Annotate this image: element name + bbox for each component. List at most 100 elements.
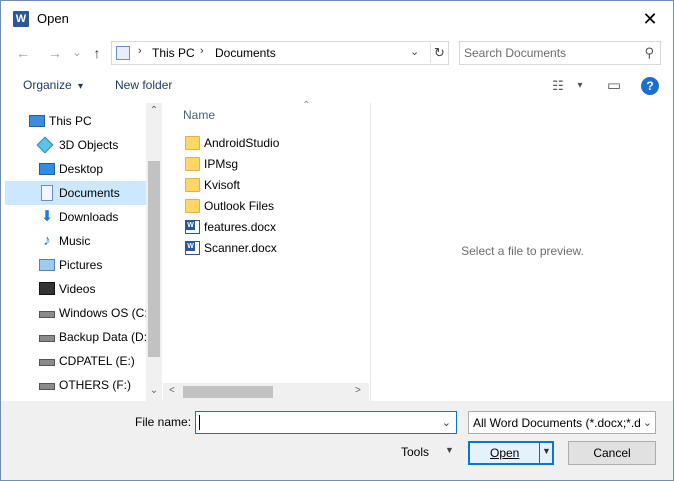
file-row[interactable]: IPMsg (183, 154, 363, 175)
tree-item[interactable]: Windows OS (C:) (5, 301, 146, 325)
tree-item[interactable]: 3D Objects (5, 133, 146, 157)
file-list: ⌃ Name AndroidStudio IPMsg Kvisoft Outlook … (163, 100, 369, 401)
file-name-dropdown-icon[interactable]: ⌄ (442, 416, 451, 429)
preview-pane: Select a file to preview. (370, 103, 673, 401)
file-name: Scanner.docx (204, 241, 277, 255)
tree-item-label: Desktop (59, 162, 104, 176)
file-row[interactable]: Scanner.docx (183, 238, 363, 259)
pc-icon (29, 115, 45, 127)
breadcrumb-documents[interactable]: Documents (215, 46, 276, 60)
folder-icon (185, 199, 200, 213)
tree-item-label: Windows OS (C:) (59, 306, 146, 320)
organize-label: Organize (23, 78, 72, 92)
file-type-select[interactable]: All Word Documents (*.docx;*.d ⌄ (468, 411, 656, 434)
horizontal-scrollbar[interactable]: < > (163, 383, 369, 401)
tools-label: Tools (401, 445, 430, 459)
breadcrumb-separator[interactable]: › (200, 45, 204, 57)
tree-item[interactable]: CDPATEL (E:) (5, 349, 146, 373)
pictures-icon (39, 259, 55, 271)
organize-arrow-icon: ▾ (78, 81, 84, 92)
address-dropdown-icon[interactable]: ⌄ (410, 45, 419, 58)
help-icon[interactable]: ? (641, 77, 659, 95)
tree-item-label: Backup Data (D:) (59, 330, 146, 344)
music-icon: ♪ (43, 232, 51, 249)
column-header-name[interactable]: Name (183, 108, 215, 122)
breadcrumb-separator[interactable]: › (138, 45, 142, 57)
folder-icon (185, 178, 200, 192)
tree-item[interactable]: OTHERS (F:) (5, 373, 146, 397)
tree-item[interactable]: Backup Data (D:) (5, 325, 146, 349)
tree-item[interactable]: ⬇ Downloads (5, 205, 146, 229)
scroll-right-icon[interactable]: > (355, 385, 361, 396)
tree-item-label: Pictures (59, 258, 103, 272)
back-button[interactable]: ← (13, 43, 33, 63)
folder-icon (185, 157, 200, 171)
tree-item[interactable]: This PC (5, 109, 146, 133)
view-options-arrow-icon[interactable]: ▾ (571, 77, 589, 95)
up-button[interactable]: ↑ (87, 43, 107, 63)
file-row[interactable]: Kvisoft (183, 175, 363, 196)
word-document-icon (185, 220, 200, 234)
scroll-left-icon[interactable]: < (169, 385, 175, 396)
scroll-up-icon[interactable]: ⌃ (146, 105, 162, 116)
folder-icon (185, 136, 200, 150)
sort-ascending-icon: ⌃ (302, 100, 311, 111)
file-name-field[interactable]: ⌄ (195, 411, 457, 434)
command-bar: Organize ▾ New folder ☷ ▾ ▭ ? (1, 71, 673, 101)
organize-button[interactable]: Organize ▾ (23, 78, 83, 92)
dialog-footer: File name: ⌄ All Word Documents (*.docx;… (1, 401, 673, 480)
file-type-dropdown-icon[interactable]: ⌄ (643, 416, 652, 429)
tree-item[interactable]: Pictures (5, 253, 146, 277)
drive-icon (39, 359, 55, 366)
open-dialog: W Open ✕ ← → ⌄ ↑ › This PC › Documents ⌄… (0, 0, 674, 481)
desktop-icon (39, 163, 55, 175)
file-name-label: File name: (135, 415, 192, 429)
tree-item[interactable]: Documents (5, 181, 146, 205)
navigation-pane: This PC 3D Objects Desktop Documents ⬇ Downlo… (5, 103, 162, 401)
file-name: features.docx (204, 220, 277, 234)
file-row[interactable]: AndroidStudio (183, 133, 363, 154)
tree-item[interactable]: Videos (5, 277, 146, 301)
open-options-arrow-icon[interactable]: ▼ (542, 446, 551, 456)
tree-item-label: Downloads (59, 210, 119, 224)
tree-item-label: Music (59, 234, 91, 248)
3d-objects-icon (36, 136, 54, 154)
navigation-scrollbar[interactable]: ⌃ ⌄ (146, 103, 162, 401)
scrollbar-thumb[interactable] (183, 386, 273, 398)
drive-icon (39, 383, 55, 390)
breadcrumb-this-pc[interactable]: This PC (152, 46, 195, 60)
search-icon[interactable]: ⚲ (644, 45, 654, 61)
cancel-button[interactable]: Cancel (568, 441, 656, 465)
tree-item[interactable]: Desktop (5, 157, 146, 181)
file-row[interactable]: features.docx (183, 217, 363, 238)
address-bar[interactable]: › This PC › Documents ⌄ ↻ (111, 41, 449, 65)
preview-placeholder-text: Select a file to preview. (461, 244, 584, 258)
tree-item[interactable]: ♪ Music (5, 229, 146, 253)
tools-button[interactable]: Tools ▼ (401, 445, 454, 459)
search-box[interactable]: ⚲ (459, 41, 661, 65)
new-folder-button[interactable]: New folder (115, 78, 172, 92)
refresh-button[interactable]: ↻ (430, 43, 448, 63)
search-input[interactable] (464, 44, 634, 62)
file-name: Outlook Files (204, 199, 275, 213)
open-split-divider (539, 443, 540, 463)
tree-item-label: This PC (49, 114, 92, 128)
file-name: IPMsg (204, 157, 239, 171)
scroll-down-icon[interactable]: ⌄ (146, 385, 162, 396)
change-view-icon[interactable]: ☷ (549, 77, 567, 95)
file-type-label: All Word Documents (*.docx;*.d (473, 416, 641, 430)
navigation-bar: ← → ⌄ ↑ › This PC › Documents ⌄ ↻ ⚲ (1, 37, 673, 69)
forward-button[interactable]: → (45, 43, 65, 63)
preview-pane-icon[interactable]: ▭ (605, 77, 623, 95)
scrollbar-thumb[interactable] (148, 161, 160, 357)
recent-locations-button[interactable]: ⌄ (67, 43, 87, 63)
documents-icon (41, 185, 53, 201)
word-app-icon: W (13, 11, 29, 27)
tools-dropdown-icon: ▼ (445, 445, 454, 455)
file-row[interactable]: Outlook Files (183, 196, 363, 217)
videos-icon (39, 282, 55, 295)
close-button[interactable]: ✕ (627, 1, 673, 37)
tree-item-label: OTHERS (F:) (59, 378, 131, 392)
downloads-icon: ⬇ (40, 208, 54, 225)
file-name: AndroidStudio (204, 136, 280, 150)
